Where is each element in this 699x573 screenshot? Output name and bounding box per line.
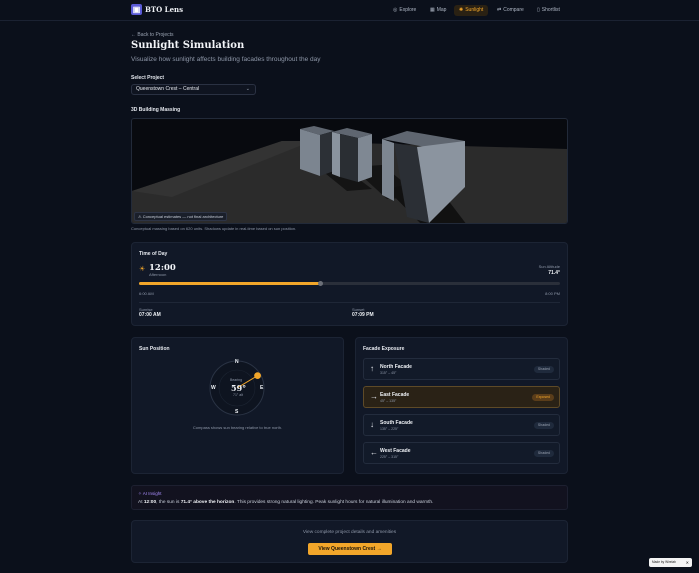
chevron-down-icon: ⌄ — [245, 86, 250, 92]
page-subtitle: Visualize how sunlight affects building … — [131, 56, 321, 63]
conceptual-disclaimer-badge: ⚠ Conceptual estimates — not final archi… — [134, 212, 228, 221]
arrow-up-icon: ↑ — [370, 364, 374, 373]
back-to-projects-link[interactable]: ← Back to Projects — [131, 32, 174, 38]
sun-marker — [254, 372, 261, 380]
slider-max-label: 8:00 PM — [545, 291, 560, 296]
sun-icon: ☀ — [139, 266, 146, 273]
status-badge: Exposed — [532, 394, 554, 401]
building-3-edge — [382, 139, 394, 201]
time-slider-fill — [139, 282, 321, 285]
compass-south: S — [235, 409, 239, 415]
made-by-badge[interactable]: Made by Wirelab ✕ — [649, 558, 692, 567]
cta-text: View complete project details and amenit… — [302, 530, 397, 535]
nav-compare-label: Compare — [503, 7, 524, 13]
project-select-value: Queenstown Crest – Central — [136, 86, 200, 92]
time-of-day-title: Time of Day — [139, 251, 168, 257]
nav-sunlight[interactable]: ✺ Sunlight — [454, 5, 489, 16]
nav-shortlist[interactable]: ▯ Shortlist — [532, 5, 565, 16]
insight-time: 12:00 — [143, 500, 157, 505]
nav-shortlist-label: Shortlist — [541, 7, 560, 13]
facade-range: 135° – 225° — [380, 427, 399, 431]
status-badge: Shaded — [533, 422, 554, 429]
facade-west[interactable]: ← West Facade 225° – 315° Shaded — [363, 442, 560, 464]
facade-range: 315° – 45° — [380, 371, 397, 375]
insight-emphasis: 71.4° above the horizon — [180, 500, 235, 505]
building-1-side — [320, 131, 334, 176]
compass-north: N — [235, 359, 239, 365]
slider-min-label: 6:00 AM — [139, 291, 154, 296]
time-period: Afternoon — [149, 272, 167, 277]
sunrise-value: 07:00 AM — [139, 312, 161, 318]
bearing-label: Bearing — [230, 378, 243, 382]
facade-name: South Facade — [380, 420, 413, 426]
nav-compare[interactable]: ⇄ Compare — [492, 5, 529, 16]
compass-east: E — [260, 385, 264, 391]
close-icon[interactable]: ✕ — [686, 558, 689, 567]
made-by-label: Made by Wirelab — [652, 560, 676, 564]
select-project-label: Select Project — [131, 75, 165, 81]
facade-range: 225° – 315° — [380, 455, 399, 459]
sun-altitude-label: Sun Altitude — [538, 264, 560, 269]
arrow-left-icon: ← — [370, 448, 378, 457]
massing-label: 3D Building Massing — [131, 107, 181, 113]
facade-north[interactable]: ↑ North Facade 315° – 45° Shaded — [363, 358, 560, 380]
nav-explore[interactable]: ◎ Explore — [388, 5, 421, 16]
divider — [139, 302, 560, 303]
nav-explore-label: Explore — [399, 7, 417, 13]
map-icon: ▦ — [430, 7, 435, 13]
compass-west: W — [211, 385, 216, 391]
bookmark-icon: ▯ — [537, 7, 540, 13]
time-slider[interactable] — [139, 281, 560, 286]
nav-map-label: Map — [436, 7, 447, 13]
building-2-edge — [332, 132, 340, 177]
insight-middle: , the sun is — [156, 500, 181, 505]
facade-name: North Facade — [380, 364, 412, 370]
ai-insight-heading: ✧ AI Insight — [138, 491, 162, 496]
building-2-face — [358, 134, 372, 182]
arrow-right-icon: → — [370, 392, 378, 401]
status-badge: Shaded — [533, 450, 554, 457]
page-title: Sunlight Simulation — [131, 40, 245, 51]
massing-scene — [132, 126, 567, 223]
sun-icon: ✺ — [459, 7, 464, 13]
facade-name: West Facade — [380, 448, 411, 454]
nav-sunlight-label: Sunlight — [465, 7, 484, 13]
facade-east[interactable]: → East Facade 45° – 135° Exposed — [363, 386, 560, 408]
top-navigation-bar: ▣ BTO Lens ◎ Explore ▦ Map ✺ Sunlight ⇄ Comp… — [0, 0, 699, 21]
view-project-button[interactable]: View Queenstown Crest → — [308, 543, 392, 555]
insight-suffix: . This provides strong natural lighting.… — [234, 500, 434, 505]
bearing-value: 59° — [231, 383, 247, 393]
facade-exposure-title: Facade Exposure — [363, 346, 405, 352]
ai-insight-panel: ✧ AI Insight At 12:00, the sun is 71.4° … — [131, 485, 568, 510]
facade-range: 45° – 135° — [380, 399, 397, 403]
compass-icon: ◎ — [393, 7, 398, 13]
3d-massing-viewport[interactable] — [131, 118, 568, 224]
app-logo-icon[interactable]: ▣ — [131, 4, 142, 15]
sun-altitude-value: 71.4° — [548, 270, 560, 276]
app-name[interactable]: BTO Lens — [145, 5, 183, 14]
compass-altitude: 71° alt — [233, 393, 243, 397]
status-badge: Shaded — [533, 366, 554, 373]
project-select[interactable]: Queenstown Crest – Central ⌄ — [131, 84, 256, 95]
sunset-value: 07:09 PM — [352, 312, 374, 318]
sun-position-title: Sun Position — [139, 346, 170, 352]
facade-south[interactable]: ↓ South Facade 135° – 225° Shaded — [363, 414, 560, 436]
time-slider-handle[interactable] — [317, 281, 323, 286]
compass-note: Compass shows sun bearing relative to tr… — [192, 425, 283, 430]
project-cta-card: View complete project details and amenit… — [131, 520, 568, 563]
compare-icon: ⇄ — [497, 7, 502, 13]
building-1-face — [300, 129, 320, 176]
ai-insight-text: At 12:00, the sun is 71.4° above the hor… — [138, 500, 433, 505]
arrow-down-icon: ↓ — [370, 420, 374, 429]
facade-name: East Facade — [380, 392, 410, 398]
nav-map[interactable]: ▦ Map — [425, 5, 451, 16]
massing-caption: Conceptual massing based on 620 units. S… — [131, 226, 297, 231]
building-2-dark — [340, 134, 358, 182]
